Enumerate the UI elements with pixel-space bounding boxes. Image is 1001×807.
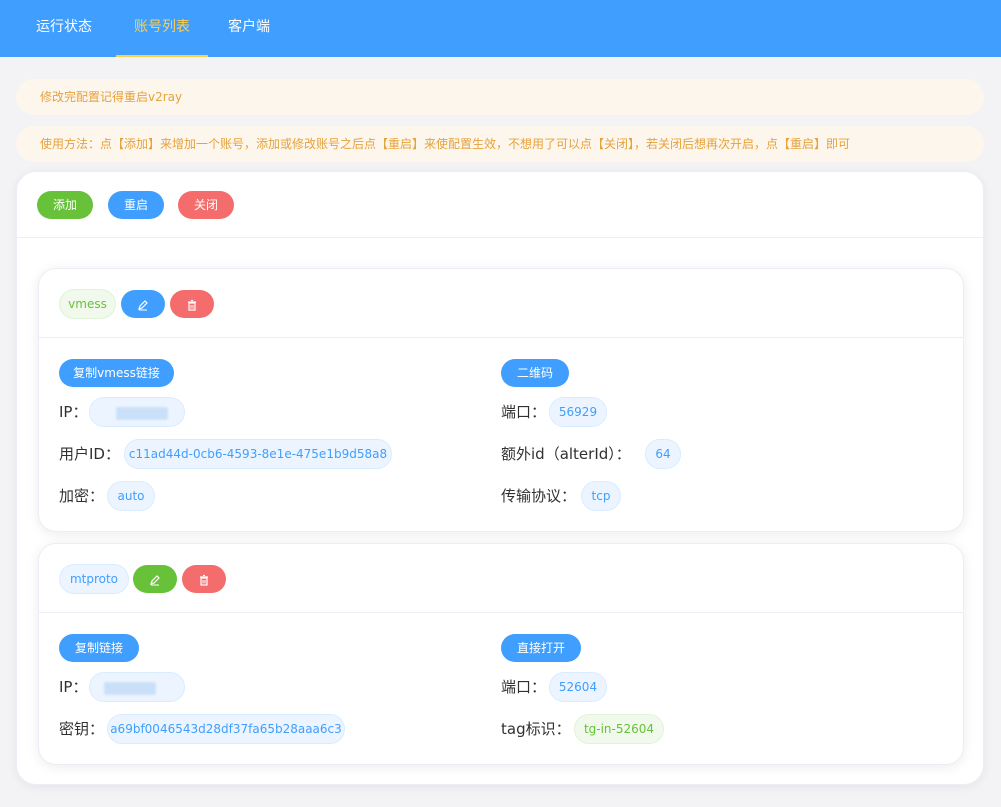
qrcode-button[interactable]: 二维码	[501, 359, 569, 387]
toolbar: 添加 重启 关闭	[17, 172, 983, 238]
transport-value: tcp	[581, 481, 621, 511]
delete-button[interactable]	[182, 565, 226, 593]
trash-icon	[186, 297, 198, 311]
restart-button[interactable]: 重启	[108, 191, 164, 219]
tab-client[interactable]: 客户端	[212, 0, 286, 57]
encryption-label: 加密：	[59, 487, 105, 505]
port-label: 端口：	[501, 678, 547, 696]
account-card-vmess: vmess 复制vmess链接 二维码 IP： 端口： 56929 用户ID： …	[38, 268, 964, 532]
port-value: 56929	[549, 397, 607, 427]
account-card-header: vmess	[39, 269, 963, 338]
ip-value-redacted	[89, 397, 185, 427]
transport-label: 传输协议：	[501, 487, 577, 505]
user-id-label: 用户ID：	[59, 445, 120, 463]
secret-value: a69bf0046543d28df37fa65b28aaa6c3	[107, 714, 345, 744]
edit-icon	[137, 297, 149, 311]
ip-label: IP：	[59, 403, 88, 421]
user-id-value: c11ad44d-0cb6-4593-8e1e-475e1b9d58a8	[124, 439, 392, 469]
redaction-blur	[116, 407, 168, 420]
redaction-blur	[104, 682, 156, 695]
add-button[interactable]: 添加	[37, 191, 93, 219]
protocol-tag: mtproto	[59, 564, 129, 594]
usage-tip-alert: 使用方法：点【添加】来增加一个账号，添加或修改账号之后点【重启】来使配置生效，不…	[16, 126, 984, 162]
secret-label: 密钥：	[59, 720, 105, 738]
port-label: 端口：	[501, 403, 547, 421]
tab-account-list[interactable]: 账号列表	[116, 0, 208, 57]
trash-icon	[198, 572, 210, 586]
encryption-value: auto	[107, 481, 155, 511]
restart-tip-alert: 修改完配置记得重启v2ray	[16, 79, 984, 115]
tag-id-value: tg-in-52604	[574, 714, 664, 744]
open-directly-button[interactable]: 直接打开	[501, 634, 581, 662]
protocol-tag: vmess	[59, 289, 116, 319]
copy-vmess-link-button[interactable]: 复制vmess链接	[59, 359, 174, 387]
copy-link-button[interactable]: 复制链接	[59, 634, 139, 662]
account-card-header: mtproto	[39, 544, 963, 613]
alter-id-value: 64	[645, 439, 681, 469]
tab-status[interactable]: 运行状态	[20, 0, 108, 57]
edit-button[interactable]	[121, 290, 165, 318]
delete-button[interactable]	[170, 290, 214, 318]
account-list-card: 添加 重启 关闭 vmess 复制vmess链接 二维码 IP： 端口： 569…	[16, 171, 984, 785]
top-nav: 运行状态 账号列表 客户端	[0, 0, 1001, 57]
account-card-mtproto: mtproto 复制链接 直接打开 IP： 端口： 52604 密钥： a69b…	[38, 543, 964, 765]
close-button[interactable]: 关闭	[178, 191, 234, 219]
port-value: 52604	[549, 672, 607, 702]
alter-id-label: 额外id（alterId）：	[501, 445, 631, 463]
tag-id-label: tag标识：	[501, 720, 571, 738]
ip-value-redacted	[89, 672, 185, 702]
edit-icon	[149, 572, 161, 586]
edit-button[interactable]	[133, 565, 177, 593]
ip-label: IP：	[59, 678, 88, 696]
